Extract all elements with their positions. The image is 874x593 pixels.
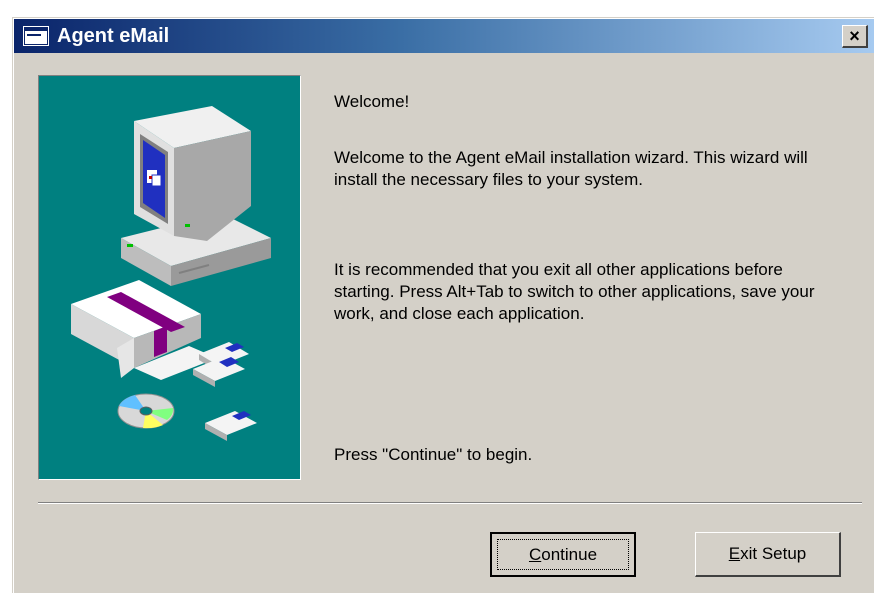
floppy-disk-icon	[193, 342, 257, 441]
exit-setup-button[interactable]: Exit Setup	[695, 532, 841, 577]
welcome-heading: Welcome!	[334, 92, 410, 111]
computer-icon	[121, 106, 271, 286]
software-box-icon	[71, 280, 217, 380]
cd-rom-icon	[117, 393, 175, 429]
window-title: Agent eMail	[57, 25, 170, 47]
app-icon	[23, 26, 49, 46]
close-button[interactable]: ×	[842, 25, 868, 48]
continue-button-label: Continue	[497, 539, 629, 570]
title-bar[interactable]: Agent eMail ×	[14, 19, 874, 53]
continue-mnemonic: C	[528, 544, 542, 564]
close-icon: ×	[849, 26, 860, 46]
continue-label-rest: ontinue	[541, 544, 598, 564]
recommendation-text: It is recommended that you exit all othe…	[334, 260, 815, 323]
setup-window: Agent eMail × Welcome! Welcome to the Ag…	[12, 17, 874, 593]
intro-text: Welcome to the Agent eMail installation …	[334, 148, 808, 189]
wizard-illustration	[38, 75, 301, 480]
exit-label-rest: xit Setup	[740, 544, 807, 563]
exit-mnemonic: E	[728, 544, 741, 563]
instruction-text: Press "Continue" to begin.	[334, 445, 533, 464]
continue-button[interactable]: Continue	[490, 532, 636, 577]
divider	[38, 502, 862, 504]
installer-illustration-svg	[71, 106, 271, 441]
exit-button-label: Exit Setup	[696, 533, 839, 575]
